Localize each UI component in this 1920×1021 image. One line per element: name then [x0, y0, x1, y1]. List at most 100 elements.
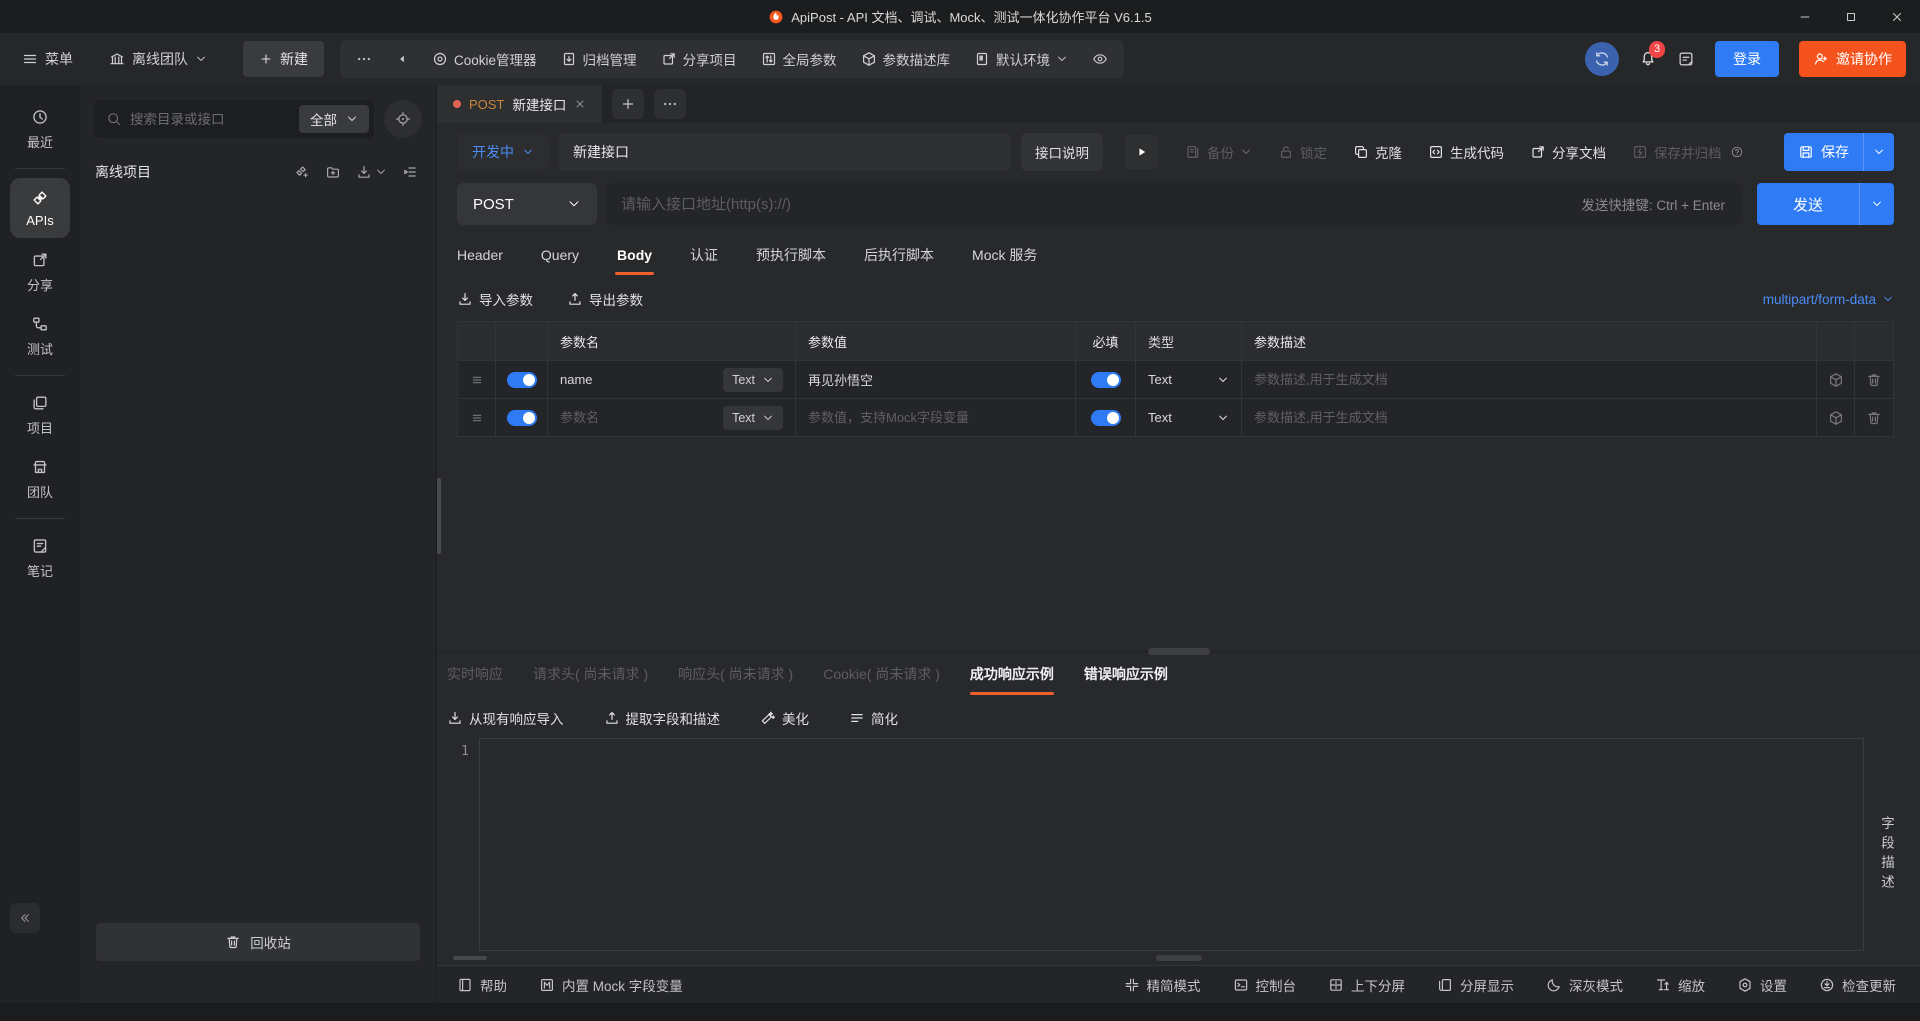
invite-button[interactable]: 邀请协作 [1799, 41, 1906, 77]
tab-mock-service[interactable]: Mock 服务 [972, 245, 1037, 277]
field-description-panel-tab[interactable]: 字段描述 [1864, 738, 1908, 952]
close-tab-icon[interactable] [574, 98, 586, 110]
archive-manager-button[interactable]: 归档管理 [561, 49, 637, 69]
share-project-button[interactable]: 分享项目 [661, 49, 737, 69]
save-button[interactable]: 保存 [1784, 133, 1863, 171]
tab-error-example[interactable]: 错误响应示例 [1084, 664, 1168, 695]
sidebar-item-apis[interactable]: APIs [10, 178, 70, 238]
url-field[interactable]: 发送快捷键: Ctrl + Enter [605, 183, 1741, 225]
drag-handle-icon[interactable] [469, 410, 485, 426]
tab-realtime-response[interactable]: 实时响应 [447, 664, 503, 695]
add-api-icon[interactable] [294, 164, 310, 180]
splitter-handle[interactable] [1147, 647, 1210, 655]
tab-auth[interactable]: 认证 [690, 245, 718, 277]
send-options-button[interactable] [1859, 183, 1894, 225]
api-name-input[interactable] [559, 133, 1011, 171]
code-editor-area[interactable] [479, 737, 1864, 951]
search-input[interactable] [130, 111, 291, 127]
zoom-button[interactable]: 缩放 [1655, 975, 1705, 995]
dark-mode-button[interactable]: 深灰模式 [1546, 975, 1623, 995]
tab-query[interactable]: Query [541, 247, 579, 275]
param-value-input[interactable] [808, 372, 1063, 387]
environment-selector[interactable]: 默认环境 [974, 49, 1068, 69]
notifications-button[interactable]: 3 [1639, 40, 1666, 70]
param-name-input[interactable] [560, 410, 716, 425]
tab-new-api[interactable]: POST 新建接口 [437, 85, 603, 123]
split-screen-button[interactable]: 分屏显示 [1437, 975, 1514, 995]
new-button[interactable]: 新建 [243, 41, 324, 77]
check-update-button[interactable]: 检查更新 [1819, 975, 1896, 995]
tree-toggle-icon[interactable] [402, 164, 418, 180]
param-desc-input[interactable] [1254, 372, 1804, 387]
global-params-button[interactable]: 全局参数 [761, 49, 837, 69]
search-box[interactable]: 全部 [94, 100, 374, 138]
more-icon[interactable] [356, 51, 372, 67]
param-desc-input[interactable] [1254, 410, 1804, 425]
tab-request-headers[interactable]: 请求头( 尚未请求 ) [533, 664, 648, 695]
method-select[interactable]: POST [457, 183, 597, 225]
run-button[interactable] [1125, 135, 1159, 169]
api-tree[interactable] [80, 192, 436, 913]
name-type-select[interactable]: Text [723, 367, 783, 392]
cookie-manager-button[interactable]: Cookie管理器 [432, 49, 537, 69]
sidebar-item-notes[interactable]: 笔记 [10, 528, 70, 588]
mock-variables-button[interactable]: 内置 Mock 字段变量 [539, 975, 683, 995]
help-button[interactable]: 帮助 [457, 975, 507, 995]
generate-code-button[interactable]: 生成代码 [1428, 142, 1504, 162]
lock-button[interactable]: 锁定 [1278, 142, 1327, 162]
splitter-handle[interactable] [1155, 955, 1202, 961]
vertical-split-button[interactable]: 上下分屏 [1328, 975, 1405, 995]
name-type-select[interactable]: Text [723, 405, 783, 430]
vertical-scrollbar-thumb[interactable] [437, 478, 441, 554]
content-type-select[interactable]: multipart/form-data [1763, 292, 1894, 307]
backup-button[interactable]: 备份 [1185, 142, 1252, 162]
extract-fields-button[interactable]: 提取字段和描述 [604, 708, 720, 728]
required-toggle[interactable] [1090, 371, 1121, 388]
compact-mode-button[interactable]: 精简模式 [1124, 975, 1201, 995]
tab-cookie[interactable]: Cookie( 尚未请求 ) [823, 664, 940, 695]
menu-button[interactable]: 菜单 [22, 49, 73, 69]
clone-button[interactable]: 克隆 [1353, 142, 1402, 162]
tab-success-example[interactable]: 成功响应示例 [969, 664, 1054, 695]
beautify-button[interactable]: 美化 [760, 708, 809, 728]
sidebar-item-recent[interactable]: 最近 [10, 99, 70, 159]
new-tab-button[interactable] [612, 89, 645, 119]
tab-header[interactable]: Header [457, 247, 503, 275]
search-filter-select[interactable]: 全部 [299, 105, 369, 133]
login-button[interactable]: 登录 [1715, 41, 1779, 77]
back-icon[interactable] [396, 53, 408, 65]
save-options-button[interactable] [1863, 133, 1894, 171]
tab-body[interactable]: Body [615, 247, 655, 275]
send-button[interactable]: 发送 [1756, 183, 1859, 225]
url-input[interactable] [621, 195, 1570, 213]
simplify-button[interactable]: 简化 [849, 708, 898, 728]
param-library-button[interactable]: 参数描述库 [861, 49, 950, 69]
param-value-input[interactable] [808, 410, 1063, 425]
eye-icon[interactable] [1092, 51, 1108, 67]
save-archive-button[interactable]: 保存并归档 [1632, 142, 1722, 162]
tab-pre-script[interactable]: 预执行脚本 [756, 245, 826, 277]
type-select[interactable]: Text [1136, 399, 1242, 436]
collapse-sidebar-button[interactable] [10, 903, 40, 933]
sidebar-item-team[interactable]: 团队 [10, 449, 70, 509]
type-select[interactable]: Text [1136, 361, 1242, 398]
locate-button[interactable] [384, 100, 422, 138]
sync-button[interactable] [1585, 42, 1619, 76]
tab-post-script[interactable]: 后执行脚本 [864, 245, 934, 277]
enable-toggle[interactable] [506, 409, 537, 426]
import-from-response-button[interactable]: 从现有响应导入 [447, 708, 564, 728]
delete-row-icon[interactable] [1866, 410, 1882, 426]
description-library-icon[interactable] [1828, 372, 1844, 388]
drag-handle-icon[interactable] [469, 372, 485, 388]
import-menu[interactable] [356, 164, 387, 180]
enable-toggle[interactable] [506, 371, 537, 388]
settings-button[interactable]: 设置 [1737, 975, 1787, 995]
share-doc-button[interactable]: 分享文档 [1530, 142, 1606, 162]
import-params-button[interactable]: 导入参数 [457, 289, 533, 309]
horizontal-scrollbar-thumb[interactable] [453, 956, 487, 960]
required-toggle[interactable] [1090, 409, 1121, 426]
tab-more-button[interactable] [654, 89, 687, 119]
help-icon[interactable] [1730, 145, 1744, 159]
export-params-button[interactable]: 导出参数 [567, 289, 643, 309]
param-name-input[interactable] [560, 372, 716, 387]
